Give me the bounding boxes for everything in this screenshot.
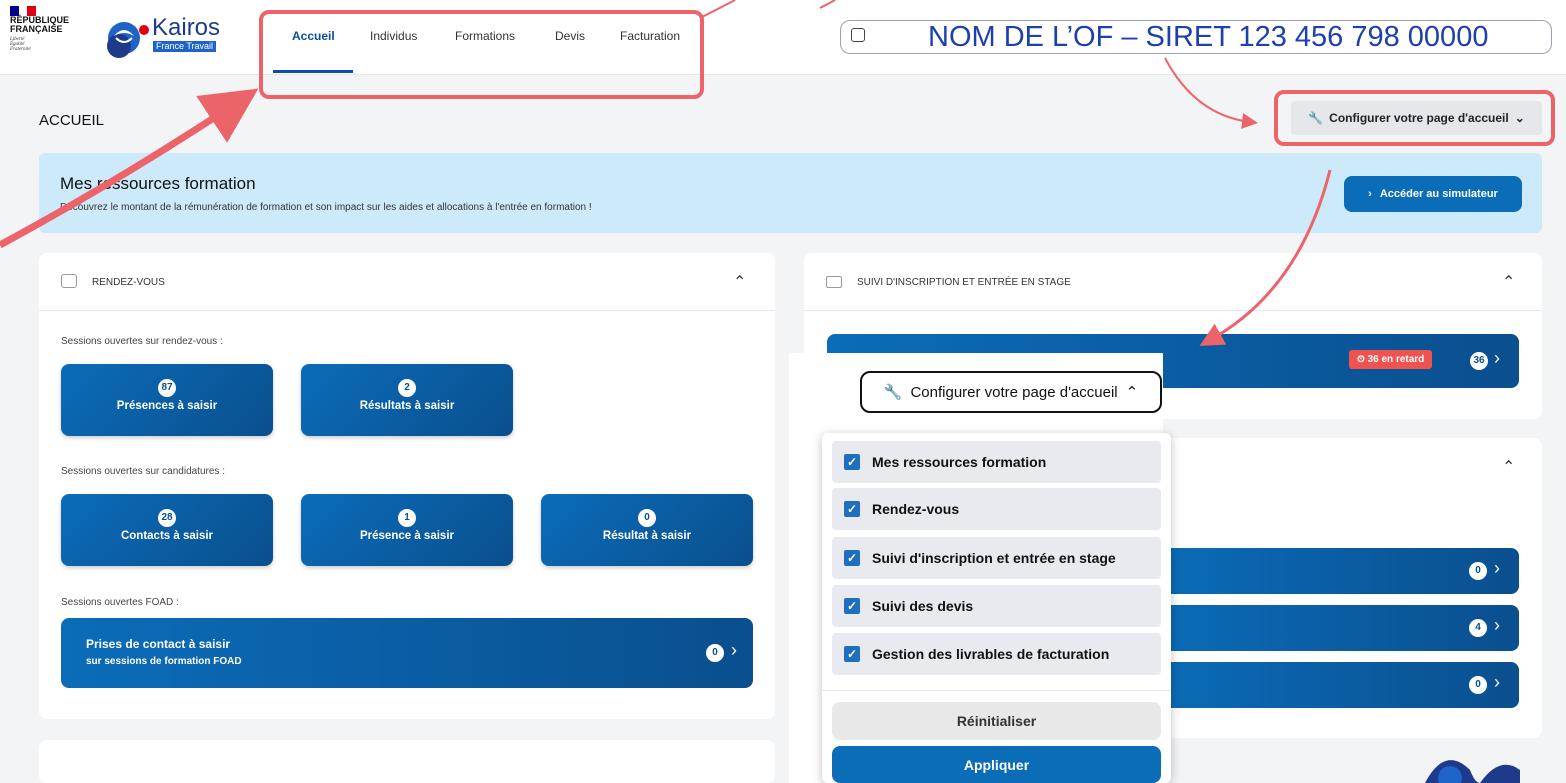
divider xyxy=(822,690,1171,691)
foad-count: 0 xyxy=(706,644,724,662)
active-tab-indicator xyxy=(273,70,353,73)
tile-label: Résultats à saisir xyxy=(359,400,455,412)
wrench-icon: 🔧 xyxy=(1308,111,1324,125)
menu-item-suivi[interactable]: ✓ Suivi d'inscription et entrée en stage xyxy=(832,537,1161,579)
devis-count: 0 xyxy=(1469,562,1487,580)
foad-section-label: Sessions ouvertes FOAD : xyxy=(61,597,179,608)
suivi-count: 36 xyxy=(1470,352,1488,370)
tile-presence[interactable]: 1 Présence à saisir xyxy=(301,494,513,566)
tab-facturation[interactable]: Facturation xyxy=(620,29,680,43)
wrench-icon: 🔧 xyxy=(883,384,903,401)
tile-count: 0 xyxy=(638,509,656,527)
foad-line2: sur sessions de formation FOAD xyxy=(86,656,242,667)
republique-logo-text: RÉPUBLIQUE FRANÇAISE xyxy=(10,15,70,34)
late-text: 36 en retard xyxy=(1367,354,1425,365)
tile-count: 28 xyxy=(158,509,176,527)
devis-bar-3[interactable]: 0 › xyxy=(1150,662,1519,708)
chevron-right-icon: › xyxy=(1494,615,1500,635)
foad-bar[interactable]: Prises de contact à saisir sur sessions … xyxy=(61,618,753,688)
menu-item-devis[interactable]: ✓ Suivi des devis xyxy=(832,585,1161,627)
tile-label: Résultat à saisir xyxy=(602,530,692,542)
late-badge: ⏲ 36 en retard xyxy=(1349,350,1433,369)
tab-formations[interactable]: Formations xyxy=(455,29,515,43)
tile-label: Présence à saisir xyxy=(360,530,454,542)
checkbox-checked-icon[interactable]: ✓ xyxy=(844,598,860,614)
divider xyxy=(39,310,775,311)
app-name: Kairos xyxy=(152,14,221,41)
divider xyxy=(804,310,1542,311)
collapse-rdv-icon[interactable]: ⌃ xyxy=(733,272,746,292)
corner-logo-icon xyxy=(1425,760,1520,783)
reset-button[interactable]: Réinitialiser xyxy=(832,702,1161,740)
organisation-icon xyxy=(851,28,865,42)
tile-count: 87 xyxy=(158,379,176,397)
devis-bar-2[interactable]: 4 › xyxy=(1150,605,1519,651)
devis-count: 4 xyxy=(1469,619,1487,637)
foad-line1: Prises de contact à saisir xyxy=(86,637,231,651)
devis-count: 0 xyxy=(1469,676,1487,694)
checkbox-checked-icon[interactable]: ✓ xyxy=(844,550,860,566)
chevron-right-icon: › xyxy=(731,640,737,660)
candidatures-section-label: Sessions ouvertes sur candidatures : xyxy=(61,466,225,477)
chevron-down-icon: ⌄ xyxy=(1514,111,1525,125)
tile-contacts[interactable]: 28 Contacts à saisir xyxy=(61,494,273,566)
graduation-cap-icon xyxy=(826,276,842,288)
republique-motto: Liberté Égalité Fraternité xyxy=(10,37,31,52)
checkbox-checked-icon[interactable]: ✓ xyxy=(844,646,860,662)
tile-presences[interactable]: 87 Présences à saisir xyxy=(61,364,273,436)
tab-individus[interactable]: Individus xyxy=(370,29,417,43)
rdv-title: RENDEZ-VOUS xyxy=(92,277,165,288)
app-subtitle: France Travail xyxy=(153,41,217,52)
configure-homepage-button[interactable]: 🔧 Configurer votre page d'accueil ⌄ xyxy=(1291,101,1542,135)
tile-resultats[interactable]: 2 Résultats à saisir xyxy=(301,364,513,436)
checkbox-checked-icon[interactable]: ✓ xyxy=(844,454,860,470)
suivi-title: SUIVI D'INSCRIPTION ET ENTRÉE EN STAGE xyxy=(857,277,1071,288)
configure-homepage-button-open[interactable]: 🔧 Configurer votre page d'accueil ⌃ xyxy=(860,371,1162,413)
page-title: ACCUEIL xyxy=(39,112,105,129)
chevron-right-icon: › xyxy=(1368,188,1372,200)
resources-banner xyxy=(39,153,1542,233)
collapse-suivi-icon[interactable]: ⌃ xyxy=(1502,272,1515,292)
chevron-right-icon: › xyxy=(1494,558,1500,578)
collapse-devis-icon[interactable]: ⌃ xyxy=(1502,457,1515,477)
calendar-icon xyxy=(61,274,77,288)
organisation-siret: NOM DE L’OF – SIRET 123 456 798 00000 xyxy=(928,21,1489,53)
simulator-button[interactable]: › Accéder au simulateur xyxy=(1344,176,1522,212)
tile-label: Présences à saisir xyxy=(116,400,218,412)
banner-title: Mes ressources formation xyxy=(60,174,256,193)
tile-resultat[interactable]: 0 Résultat à saisir xyxy=(541,494,753,566)
tile-label: Contacts à saisir xyxy=(120,530,214,542)
kairos-logo-icon xyxy=(107,22,149,58)
devis-bar-1[interactable]: 0 › xyxy=(1150,548,1519,594)
menu-item-ressources[interactable]: ✓ Mes ressources formation xyxy=(832,441,1161,483)
checkbox-checked-icon[interactable]: ✓ xyxy=(844,501,860,517)
chevron-up-icon: ⌃ xyxy=(1125,384,1139,401)
chevron-right-icon: › xyxy=(1494,348,1500,368)
chevron-right-icon: › xyxy=(1494,672,1500,692)
banner-subtitle: Découvrez le montant de la rémunération … xyxy=(60,202,592,213)
tab-devis[interactable]: Devis xyxy=(555,29,585,43)
rdv-section-label: Sessions ouvertes sur rendez-vous : xyxy=(61,336,223,347)
menu-item-facturation[interactable]: ✓ Gestion des livrables de facturation xyxy=(832,633,1161,675)
menu-item-rdv[interactable]: ✓ Rendez-vous xyxy=(832,488,1161,530)
tile-count: 2 xyxy=(398,379,416,397)
next-panel-edge xyxy=(39,740,775,783)
tab-accueil[interactable]: Accueil xyxy=(292,29,335,43)
tile-count: 1 xyxy=(398,509,416,527)
apply-button[interactable]: Appliquer xyxy=(832,746,1161,783)
tabs-highlight-frame xyxy=(259,10,704,99)
